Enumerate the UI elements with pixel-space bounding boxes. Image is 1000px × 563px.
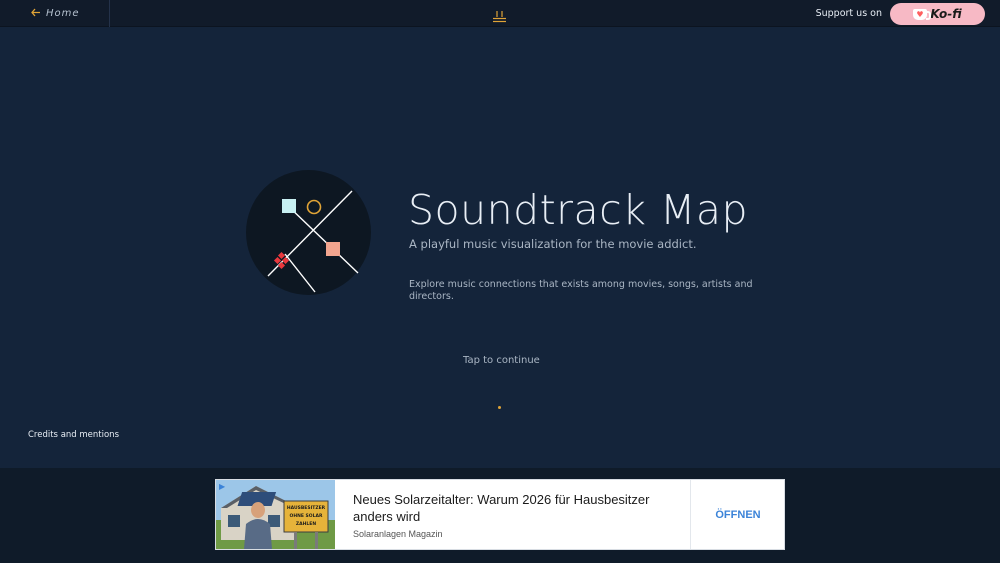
loading-dot xyxy=(498,406,501,409)
svg-text:OHNE SOLAR: OHNE SOLAR xyxy=(290,513,323,519)
ad-open-button[interactable]: ÖFFNEN xyxy=(691,480,785,549)
ad-source: Solaranlagen Magazin xyxy=(353,529,443,539)
support-label: Support us on xyxy=(815,8,882,19)
home-link[interactable]: Home xyxy=(0,0,110,27)
top-nav-bar: Home Support us on ♥ Ko-fi xyxy=(0,0,1000,27)
home-label: Home xyxy=(46,8,80,19)
ad-banner[interactable]: HAUSBESITZER OHNE SOLAR ZAHLEN ▶ Neues S… xyxy=(215,479,785,550)
ad-choices-icon[interactable]: ▶ xyxy=(219,482,228,491)
tap-to-continue-button[interactable]: Tap to continue xyxy=(463,355,540,366)
kofi-cup-icon: ♥ xyxy=(913,8,932,20)
kofi-button[interactable]: ♥ Ko-fi xyxy=(890,3,985,25)
credits-link[interactable]: Credits and mentions xyxy=(28,430,119,440)
page-description: Explore music connections that exists am… xyxy=(409,279,753,302)
ad-image[interactable]: HAUSBESITZER OHNE SOLAR ZAHLEN xyxy=(216,480,335,549)
arrow-left-icon xyxy=(31,7,41,20)
page-title: Soundtrack Map xyxy=(408,186,749,234)
svg-text:HAUSBESITZER: HAUSBESITZER xyxy=(287,505,326,511)
app-logo xyxy=(246,170,371,295)
page-subtitle: A playful music visualization for the mo… xyxy=(409,237,697,251)
kofi-label: Ko-fi xyxy=(930,7,962,21)
svg-text:ZAHLEN: ZAHLEN xyxy=(296,521,316,527)
ad-title[interactable]: Neues Solarzeitalter: Warum 2026 für Hau… xyxy=(353,491,673,525)
menu-icon[interactable] xyxy=(493,8,506,23)
